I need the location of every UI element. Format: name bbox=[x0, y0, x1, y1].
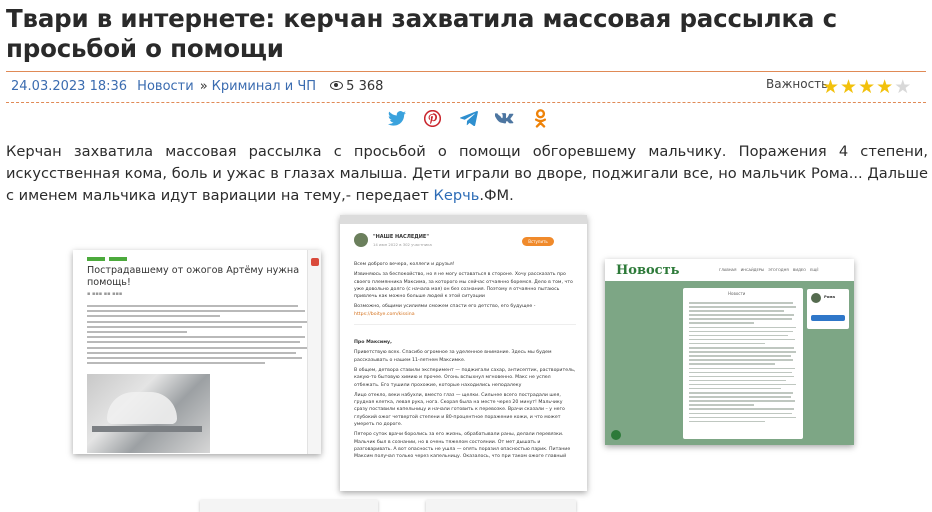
profile-name: Рома bbox=[824, 294, 836, 299]
browser-bar bbox=[340, 215, 587, 224]
views-counter: 5 368 bbox=[330, 79, 389, 94]
hospital-photo bbox=[87, 374, 210, 453]
screenshot-fundraiser-page[interactable]: Пострадавшему от ожогов Артёму нужна пом… bbox=[73, 250, 321, 454]
profile-card: Рома bbox=[807, 289, 849, 329]
pinterest-share-icon[interactable] bbox=[420, 108, 445, 128]
profile-action-button[interactable] bbox=[811, 315, 845, 321]
views-count: 5 368 bbox=[346, 79, 384, 94]
fundraiser-title: Пострадавшему от ожогов Артёму нужна пом… bbox=[87, 265, 300, 288]
post-paragraph: Приветствую всех. Спасибо огромное за уд… bbox=[354, 350, 552, 363]
channel-avatar bbox=[354, 233, 368, 247]
star-icon: ★ bbox=[822, 76, 840, 98]
join-button[interactable]: Вступить bbox=[522, 237, 554, 246]
fundraiser-text bbox=[87, 305, 309, 367]
post-divider bbox=[354, 324, 576, 326]
post-paragraph: Всем доброго вечера, коллеги и друзья! bbox=[354, 262, 455, 267]
article-date: 24.03.2023 18:36 bbox=[11, 79, 128, 94]
article-lead: Керчан захватила массовая рассылка с про… bbox=[6, 141, 928, 207]
post-date: 14 июн 2022 в 302 участника bbox=[373, 242, 432, 247]
feed-caption: Новости bbox=[728, 291, 746, 296]
category-link[interactable]: Новости bbox=[137, 79, 194, 94]
star-icon: ★ bbox=[876, 76, 894, 98]
post-link[interactable]: https://boitye.com/kissina bbox=[354, 312, 415, 317]
floating-action-icon[interactable] bbox=[611, 430, 621, 440]
post-paragraph: Пятеро суток врачи боролись за его жизнь… bbox=[354, 432, 571, 460]
screenshot-social-post[interactable]: "НАШЕ НАСЛЕДИЕ" 14 июн 2022 в 302 участн… bbox=[340, 215, 587, 491]
site-logo: Новость bbox=[616, 263, 680, 278]
site-nav: ГЛАВНАЯ ИНСАЙДЕРЫ ЭТОГОДНЯ ВИДЕО ЕЩЁ bbox=[719, 268, 819, 272]
source-suffix: .ФМ. bbox=[479, 187, 514, 204]
star-icon: ★ bbox=[858, 76, 876, 98]
title-divider bbox=[6, 71, 926, 72]
post-paragraph: Лицо отекло, веки набухли, вместо глаз —… bbox=[354, 392, 565, 428]
channel-name: "НАШЕ НАСЛЕДИЕ" bbox=[373, 234, 429, 240]
site-header: Новость ГЛАВНАЯ ИНСАЙДЕРЫ ЭТОГОДНЯ ВИДЕО… bbox=[605, 259, 854, 281]
star-icon: ★ bbox=[840, 76, 858, 98]
side-panel bbox=[307, 250, 321, 454]
post-paragraph: Возможно, общими усилиями сможем спасти … bbox=[354, 304, 536, 317]
breadcrumb-separator: » bbox=[199, 79, 208, 94]
telegram-share-icon[interactable] bbox=[456, 108, 481, 128]
post-greeting: Про Максиму, bbox=[354, 340, 392, 346]
feed-post-text bbox=[689, 302, 797, 425]
eye-icon bbox=[330, 81, 344, 90]
share-bar bbox=[384, 108, 553, 128]
more-screenshots-row bbox=[200, 500, 600, 512]
vkontakte-share-icon[interactable] bbox=[492, 108, 517, 128]
post-body: Всем доброго вечера, коллеги и друзья! И… bbox=[354, 261, 576, 464]
importance-rating: ★★★★★ bbox=[822, 76, 912, 98]
screenshot-thumbnail[interactable] bbox=[200, 500, 378, 512]
post-paragraph: Извиняюсь за беспокойство, но я не могу … bbox=[354, 272, 573, 300]
subcategory-link[interactable]: Криминал и ЧП bbox=[212, 79, 316, 94]
screenshot-thumbnail[interactable] bbox=[426, 500, 576, 512]
article-meta: 24.03.2023 18:36 Новости » Криминал и ЧП 5… bbox=[11, 79, 395, 94]
profile-avatar bbox=[811, 293, 821, 303]
meta-divider bbox=[6, 102, 926, 103]
post-paragraph: В общем, детвора ставили эксперимент — п… bbox=[354, 367, 576, 388]
twitter-share-icon[interactable] bbox=[384, 108, 409, 128]
odnoklassniki-share-icon[interactable] bbox=[528, 108, 553, 128]
category-tags bbox=[87, 257, 127, 261]
fundraiser-meta: ▪ ▪▪▪ ▪▪ ▪▪▪ bbox=[87, 291, 123, 297]
source-link[interactable]: Керчь bbox=[434, 187, 480, 204]
article-title: Твари в интернете: керчан захватила масс… bbox=[6, 4, 837, 63]
star-empty-icon: ★ bbox=[894, 76, 912, 98]
screenshot-news-site[interactable]: Новость ГЛАВНАЯ ИНСАЙДЕРЫ ЭТОГОДНЯ ВИДЕО… bbox=[605, 259, 854, 445]
news-feed: Новости bbox=[683, 288, 803, 439]
